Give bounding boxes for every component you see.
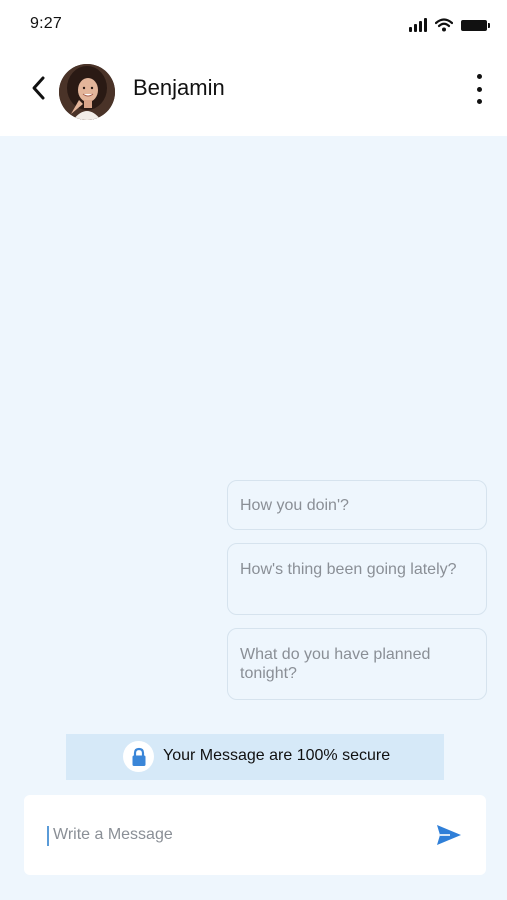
message-bubble[interactable]: How you doin'?: [227, 480, 487, 530]
send-icon: [437, 825, 461, 845]
text-caret: [47, 826, 49, 846]
security-notice-text: Your Message are 100% secure: [163, 747, 391, 764]
back-button[interactable]: [26, 74, 50, 102]
more-vertical-icon: [476, 74, 482, 79]
chevron-left-icon: [32, 76, 45, 100]
contact-name: Benjamin: [133, 75, 225, 100]
wifi-icon: [435, 18, 453, 32]
message-composer: [24, 795, 486, 875]
more-options-button[interactable]: [469, 74, 489, 104]
security-notice: Your Message are 100% secure: [66, 734, 444, 780]
signal-icon: [409, 18, 427, 32]
send-button[interactable]: [434, 821, 464, 849]
message-bubble[interactable]: What do you have planned tonight?: [227, 628, 487, 700]
status-time: 9:27: [30, 15, 62, 32]
message-bubble[interactable]: How's thing been going lately?: [227, 543, 487, 615]
lock-icon: [132, 747, 145, 766]
status-bar: 9:27: [0, 0, 507, 48]
lock-badge: [123, 741, 154, 772]
message-input[interactable]: [53, 820, 413, 850]
chat-header: Benjamin: [0, 48, 507, 136]
chat-screen: 9:27 Benjamin How you doin'? How's thing…: [0, 0, 507, 900]
battery-icon: [461, 19, 490, 31]
status-icons: [409, 15, 490, 35]
contact-avatar[interactable]: [59, 64, 115, 120]
